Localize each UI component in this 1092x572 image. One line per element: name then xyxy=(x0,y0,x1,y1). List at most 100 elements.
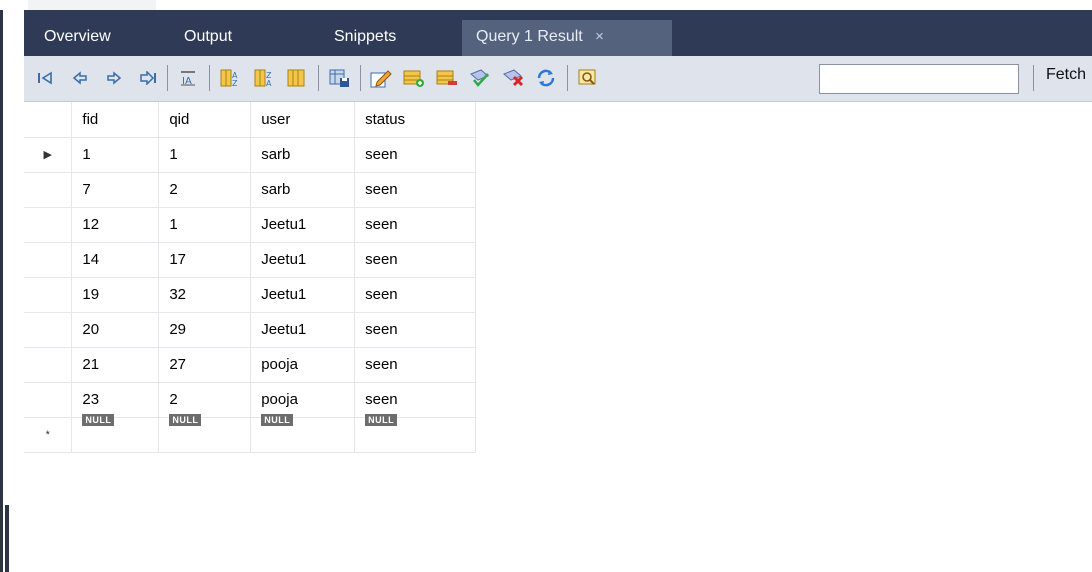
refresh-columns-icon[interactable] xyxy=(284,66,308,90)
toolbar-separator xyxy=(1033,65,1034,91)
table-row[interactable]: 23 2 pooja seen xyxy=(24,382,476,418)
cell-qid[interactable]: 2 xyxy=(158,382,252,418)
row-header[interactable] xyxy=(24,277,73,313)
close-icon[interactable]: × xyxy=(595,28,604,45)
row-header[interactable] xyxy=(24,172,73,208)
window-top-strip xyxy=(0,0,1092,10)
table-row[interactable]: ▶ 1 1 sarb seen xyxy=(24,137,476,173)
current-row-indicator[interactable]: ▶ xyxy=(24,137,73,173)
table-row[interactable]: 14 17 Jeetu1 seen xyxy=(24,242,476,278)
new-row-indicator[interactable]: * xyxy=(24,417,73,453)
grid-body: ▶ 1 1 sarb seen 7 2 sarb seen 12 1 Jeetu1 seen 14 17 Je… xyxy=(24,137,476,453)
sort-descending-icon[interactable]: ZA xyxy=(252,66,276,90)
cell-user[interactable]: sarb xyxy=(250,137,356,173)
top-tab-remnant xyxy=(28,0,156,10)
refresh-icon[interactable] xyxy=(534,66,558,90)
cell-fid[interactable]: NULL xyxy=(71,414,160,453)
delete-row-icon[interactable] xyxy=(435,66,459,90)
cell-qid[interactable]: 1 xyxy=(158,207,252,243)
row-header[interactable] xyxy=(24,242,73,278)
cell-qid[interactable]: 27 xyxy=(158,347,252,383)
header-row: fid qid user status xyxy=(24,102,476,138)
row-header[interactable] xyxy=(24,207,73,243)
row-header[interactable] xyxy=(24,347,73,383)
cell-qid[interactable]: 2 xyxy=(158,172,252,208)
cell-user[interactable]: pooja xyxy=(250,347,356,383)
cell-fid[interactable]: 23 xyxy=(71,382,160,418)
text-align-icon[interactable]: IA xyxy=(176,66,200,90)
table-row[interactable]: 7 2 sarb seen xyxy=(24,172,476,208)
tab-output[interactable]: Output xyxy=(170,20,246,56)
cell-user[interactable]: Jeetu1 xyxy=(250,312,356,348)
discard-changes-icon[interactable] xyxy=(502,66,526,90)
cell-fid[interactable]: 12 xyxy=(71,207,160,243)
sort-ascending-icon[interactable]: AZ xyxy=(218,66,242,90)
result-grid: fid qid user status ▶ 1 1 sarb seen 7 2 sarb see… xyxy=(24,102,476,457)
toolbar-separator xyxy=(318,65,319,91)
cell-qid[interactable]: 1 xyxy=(158,137,252,173)
cell-status[interactable]: NULL xyxy=(354,414,476,453)
toolbar-separator xyxy=(360,65,361,91)
cell-fid[interactable]: 14 xyxy=(71,242,160,278)
left-border-line-lower xyxy=(5,505,9,572)
filter-input[interactable] xyxy=(819,64,1019,94)
table-row[interactable]: 20 29 Jeetu1 seen xyxy=(24,312,476,348)
cell-qid[interactable]: 29 xyxy=(158,312,252,348)
cell-status[interactable]: seen xyxy=(354,137,476,173)
last-record-icon[interactable] xyxy=(136,66,160,90)
cell-fid[interactable]: 7 xyxy=(71,172,160,208)
cell-qid[interactable]: 32 xyxy=(158,277,252,313)
previous-record-icon[interactable] xyxy=(68,66,92,90)
cell-fid[interactable]: 19 xyxy=(71,277,160,313)
cell-qid[interactable]: 17 xyxy=(158,242,252,278)
cell-status[interactable]: seen xyxy=(354,347,476,383)
next-record-icon[interactable] xyxy=(102,66,126,90)
column-header-fid[interactable]: fid xyxy=(71,102,160,138)
filter-icon[interactable] xyxy=(577,66,601,90)
tab-overview[interactable]: Overview xyxy=(30,20,125,56)
tab-label: Query 1 Result xyxy=(476,28,583,45)
cell-status[interactable]: seen xyxy=(354,172,476,208)
cell-fid[interactable]: 1 xyxy=(71,137,160,173)
cell-user[interactable]: pooja xyxy=(250,382,356,418)
row-header[interactable] xyxy=(24,382,73,418)
export-icon[interactable] xyxy=(328,66,352,90)
cell-user[interactable]: Jeetu1 xyxy=(250,207,356,243)
column-header-status[interactable]: status xyxy=(354,102,476,138)
cell-qid[interactable]: NULL xyxy=(158,414,252,453)
result-toolbar: IA AZ ZA Fetch xyxy=(24,56,1092,102)
tab-strip: Overview Output Snippets Query 1 Result … xyxy=(24,10,1092,56)
table-row[interactable]: 19 32 Jeetu1 seen xyxy=(24,277,476,313)
cell-user[interactable]: NULL xyxy=(250,414,356,453)
null-badge: NULL xyxy=(169,414,202,426)
edit-row-icon[interactable] xyxy=(369,66,393,90)
new-row[interactable]: * NULL NULL NULL NULL xyxy=(24,414,476,453)
column-header-qid[interactable]: qid xyxy=(158,102,252,138)
insert-row-icon[interactable] xyxy=(402,66,426,90)
apply-changes-icon[interactable] xyxy=(468,66,492,90)
cell-fid[interactable]: 20 xyxy=(71,312,160,348)
cell-status[interactable]: seen xyxy=(354,207,476,243)
cell-status[interactable]: seen xyxy=(354,382,476,418)
cell-fid[interactable]: 21 xyxy=(71,347,160,383)
tab-label: Snippets xyxy=(334,28,397,45)
cell-status[interactable]: seen xyxy=(354,312,476,348)
column-header-user[interactable]: user xyxy=(250,102,356,138)
table-row[interactable]: 12 1 Jeetu1 seen xyxy=(24,207,476,243)
svg-text:A: A xyxy=(266,79,272,88)
cell-user[interactable]: Jeetu1 xyxy=(250,277,356,313)
cell-user[interactable]: Jeetu1 xyxy=(250,242,356,278)
tab-query-1-result[interactable]: Query 1 Result × xyxy=(462,20,672,56)
first-record-icon[interactable] xyxy=(34,66,58,90)
fetch-rows-label[interactable]: Fetch xyxy=(1046,66,1086,84)
tab-label: Overview xyxy=(44,28,111,45)
cell-status[interactable]: seen xyxy=(354,242,476,278)
tab-snippets[interactable]: Snippets xyxy=(320,20,410,56)
row-header-corner xyxy=(24,102,73,138)
cell-user[interactable]: sarb xyxy=(250,172,356,208)
row-header[interactable] xyxy=(24,312,73,348)
svg-text:Z: Z xyxy=(232,79,238,88)
cell-status[interactable]: seen xyxy=(354,277,476,313)
table-row[interactable]: 21 27 pooja seen xyxy=(24,347,476,383)
tab-label: Output xyxy=(184,28,233,45)
